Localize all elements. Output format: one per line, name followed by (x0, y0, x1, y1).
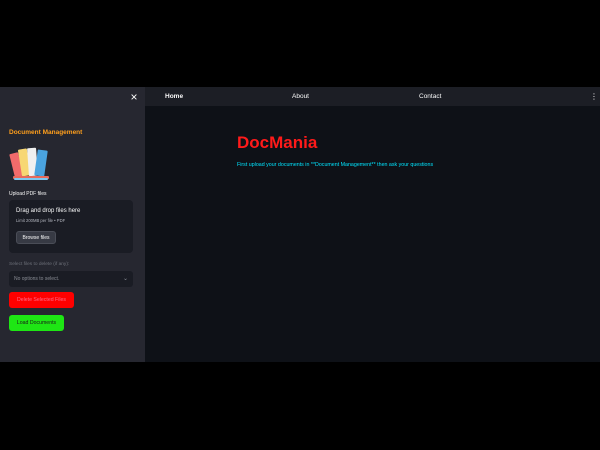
select-placeholder: No options to select. (14, 276, 60, 282)
chevron-down-icon[interactable]: ⌄ (123, 271, 128, 287)
sidebar-title: Document Management (9, 129, 83, 136)
dropzone-title: Drag and drop files here (16, 208, 81, 214)
delete-files-select[interactable]: No options to select. ⌄ (9, 271, 133, 287)
more-menu-icon[interactable]: ⋮ (590, 87, 598, 106)
browse-files-button[interactable]: Browse files (16, 231, 56, 244)
delete-selected-files-button[interactable]: Delete Selected Files (9, 292, 74, 308)
top-nav: Home About Contact ⋮ (145, 87, 600, 106)
app-window: × Document Management Upload PDF files D… (0, 87, 600, 362)
page-description: First upload your documents in **Documen… (237, 162, 434, 168)
close-icon[interactable]: × (130, 90, 137, 104)
upload-label: Upload PDF files (9, 191, 47, 197)
books-icon (9, 147, 49, 180)
delete-select-label: Select files to delete (if any): (9, 262, 70, 267)
dropzone-limit: Limit 200MB per file • PDF (16, 218, 66, 223)
nav-item-about[interactable]: About (292, 87, 309, 106)
file-dropzone[interactable]: Drag and drop files here Limit 200MB per… (9, 200, 133, 253)
load-documents-button[interactable]: Load Documents (9, 315, 64, 331)
nav-item-contact[interactable]: Contact (419, 87, 441, 106)
page-title: DocMania (237, 133, 318, 152)
close-sidebar-button[interactable]: × (128, 91, 140, 103)
nav-item-home[interactable]: Home (165, 87, 183, 106)
sidebar: × Document Management Upload PDF files D… (0, 87, 145, 362)
